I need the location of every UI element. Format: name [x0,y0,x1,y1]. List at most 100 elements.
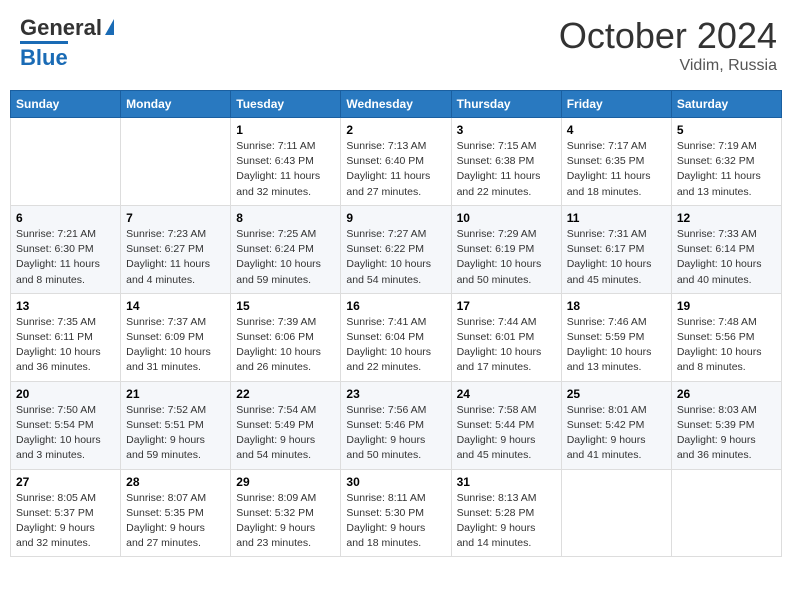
calendar-table: SundayMondayTuesdayWednesdayThursdayFrid… [10,90,782,557]
week-row-3: 13Sunrise: 7:35 AMSunset: 6:11 PMDayligh… [11,293,782,381]
day-number: 11 [567,211,666,225]
day-cell: 9Sunrise: 7:27 AMSunset: 6:22 PMDaylight… [341,205,451,293]
day-cell: 12 Sunrise: 7:33 AMSunset: 6:14 PMDayligh… [671,205,781,293]
day-info: Sunrise: 7:15 AMSunset: 6:38 PMDaylight:… [457,139,556,200]
logo-blue-text: Blue [20,41,68,71]
day-number: 21 [126,387,225,401]
day-info: Sunrise: 7:48 AMSunset: 5:56 PMDaylight:… [677,315,776,376]
day-cell [561,469,671,557]
day-cell: 8 Sunrise: 7:25 AMSunset: 6:24 PMDaylight… [231,205,341,293]
day-info: Sunrise: 8:11 AMSunset: 5:30 PMDaylight:… [346,491,445,552]
day-info: Sunrise: 8:13 AMSunset: 5:28 PMDaylight:… [457,491,556,552]
col-header-thursday: Thursday [451,91,561,118]
day-info: Sunrise: 8:07 AMSunset: 5:35 PMDaylight:… [126,491,225,552]
location: Vidim, Russia [559,57,777,75]
day-number: 12 [677,211,776,225]
calendar-header: SundayMondayTuesdayWednesdayThursdayFrid… [11,91,782,118]
week-row-2: 6Sunrise: 7:21 AMSunset: 6:30 PMDaylight… [11,205,782,293]
day-number: 15 [236,299,335,313]
day-info: Sunrise: 7:37 AMSunset: 6:09 PMDaylight:… [126,315,225,376]
day-number: 24 [457,387,556,401]
day-cell: 28 Sunrise: 8:07 AMSunset: 5:35 PMDayligh… [121,469,231,557]
day-cell: 29 Sunrise: 8:09 AMSunset: 5:32 PMDayligh… [231,469,341,557]
day-info: Sunrise: 7:33 AMSunset: 6:14 PMDaylight:… [677,227,776,288]
day-number: 4 [567,123,666,137]
day-cell: 22 Sunrise: 7:54 AMSunset: 5:49 PMDayligh… [231,381,341,469]
col-header-monday: Monday [121,91,231,118]
day-info: Sunrise: 7:17 AMSunset: 6:35 PMDaylight:… [567,139,666,200]
day-number: 29 [236,475,335,489]
day-cell: 31 Sunrise: 8:13 AMSunset: 5:28 PMDayligh… [451,469,561,557]
day-number: 14 [126,299,225,313]
day-number: 16 [346,299,445,313]
day-info: Sunrise: 8:03 AMSunset: 5:39 PMDaylight:… [677,403,776,464]
day-number: 27 [16,475,115,489]
logo: General Blue [20,15,114,71]
day-cell: 14 Sunrise: 7:37 AMSunset: 6:09 PMDayligh… [121,293,231,381]
week-row-5: 27 Sunrise: 8:05 AMSunset: 5:37 PMDayligh… [11,469,782,557]
day-number: 10 [457,211,556,225]
day-number: 19 [677,299,776,313]
day-number: 6 [16,211,115,225]
day-cell: 25 Sunrise: 8:01 AMSunset: 5:42 PMDayligh… [561,381,671,469]
day-info: Sunrise: 7:39 AMSunset: 6:06 PMDaylight:… [236,315,335,376]
day-cell: 2Sunrise: 7:13 AMSunset: 6:40 PMDaylight… [341,118,451,206]
day-number: 7 [126,211,225,225]
day-info: Sunrise: 8:01 AMSunset: 5:42 PMDaylight:… [567,403,666,464]
day-info: Sunrise: 8:09 AMSunset: 5:32 PMDaylight:… [236,491,335,552]
title-block: October 2024 Vidim, Russia [559,15,777,75]
col-header-friday: Friday [561,91,671,118]
day-cell [671,469,781,557]
day-cell: 20 Sunrise: 7:50 AMSunset: 5:54 PMDayligh… [11,381,121,469]
day-cell [121,118,231,206]
day-info: Sunrise: 7:29 AMSunset: 6:19 PMDaylight:… [457,227,556,288]
day-number: 31 [457,475,556,489]
day-info: Sunrise: 7:56 AMSunset: 5:46 PMDaylight:… [346,403,445,464]
day-cell: 24 Sunrise: 7:58 AMSunset: 5:44 PMDayligh… [451,381,561,469]
day-cell: 23Sunrise: 7:56 AMSunset: 5:46 PMDayligh… [341,381,451,469]
day-number: 20 [16,387,115,401]
day-number: 30 [346,475,445,489]
day-info: Sunrise: 7:50 AMSunset: 5:54 PMDaylight:… [16,403,115,464]
day-info: Sunrise: 8:05 AMSunset: 5:37 PMDaylight:… [16,491,115,552]
day-info: Sunrise: 7:58 AMSunset: 5:44 PMDaylight:… [457,403,556,464]
day-cell: 3 Sunrise: 7:15 AMSunset: 6:38 PMDaylight… [451,118,561,206]
day-info: Sunrise: 7:46 AMSunset: 5:59 PMDaylight:… [567,315,666,376]
day-cell: 7Sunrise: 7:23 AMSunset: 6:27 PMDaylight… [121,205,231,293]
day-cell: 1Sunrise: 7:11 AMSunset: 6:43 PMDaylight… [231,118,341,206]
day-cell: 18 Sunrise: 7:46 AMSunset: 5:59 PMDayligh… [561,293,671,381]
day-number: 25 [567,387,666,401]
day-cell: 13Sunrise: 7:35 AMSunset: 6:11 PMDayligh… [11,293,121,381]
day-number: 3 [457,123,556,137]
col-header-saturday: Saturday [671,91,781,118]
day-cell: 19 Sunrise: 7:48 AMSunset: 5:56 PMDayligh… [671,293,781,381]
col-header-sunday: Sunday [11,91,121,118]
logo-triangle-icon [105,19,114,35]
day-cell: 16Sunrise: 7:41 AMSunset: 6:04 PMDayligh… [341,293,451,381]
day-cell: 5Sunrise: 7:19 AMSunset: 6:32 PMDaylight… [671,118,781,206]
day-cell: 6Sunrise: 7:21 AMSunset: 6:30 PMDaylight… [11,205,121,293]
day-number: 17 [457,299,556,313]
day-number: 28 [126,475,225,489]
week-row-1: 1Sunrise: 7:11 AMSunset: 6:43 PMDaylight… [11,118,782,206]
day-number: 8 [236,211,335,225]
day-info: Sunrise: 7:25 AMSunset: 6:24 PMDaylight:… [236,227,335,288]
day-number: 5 [677,123,776,137]
page-header: General Blue October 2024 Vidim, Russia [10,10,782,80]
day-cell: 30 Sunrise: 8:11 AMSunset: 5:30 PMDayligh… [341,469,451,557]
day-info: Sunrise: 7:52 AMSunset: 5:51 PMDaylight:… [126,403,225,464]
month-title: October 2024 [559,15,777,57]
day-info: Sunrise: 7:44 AMSunset: 6:01 PMDaylight:… [457,315,556,376]
day-info: Sunrise: 7:35 AMSunset: 6:11 PMDaylight:… [16,315,115,376]
day-number: 26 [677,387,776,401]
day-info: Sunrise: 7:54 AMSunset: 5:49 PMDaylight:… [236,403,335,464]
day-number: 18 [567,299,666,313]
day-number: 22 [236,387,335,401]
week-row-4: 20 Sunrise: 7:50 AMSunset: 5:54 PMDayligh… [11,381,782,469]
day-info: Sunrise: 7:31 AMSunset: 6:17 PMDaylight:… [567,227,666,288]
day-info: Sunrise: 7:27 AMSunset: 6:22 PMDaylight:… [346,227,445,288]
day-info: Sunrise: 7:13 AMSunset: 6:40 PMDaylight:… [346,139,445,200]
day-number: 1 [236,123,335,137]
day-cell: 27 Sunrise: 8:05 AMSunset: 5:37 PMDayligh… [11,469,121,557]
day-cell: 26 Sunrise: 8:03 AMSunset: 5:39 PMDayligh… [671,381,781,469]
